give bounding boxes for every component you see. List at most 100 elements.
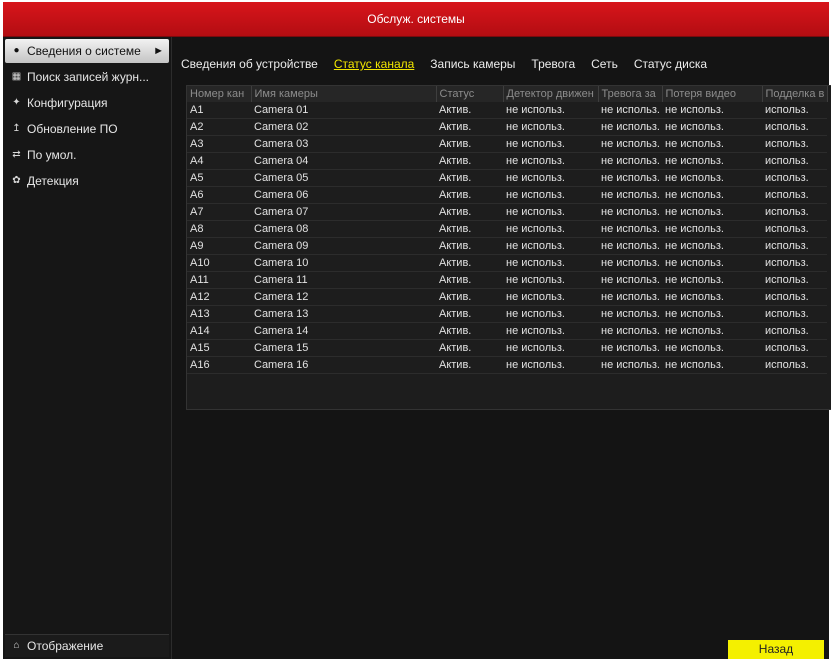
channel-cell: A11 — [190, 274, 209, 286]
sidebar-item-configuration[interactable]: ✦ Конфигурация — [5, 91, 169, 115]
tab-device-info[interactable]: Сведения об устройстве — [181, 57, 318, 75]
table-row[interactable]: A16 Camera 16 Актив. не использ. не испо… — [187, 357, 827, 374]
video-loss-cell: не использ. — [665, 138, 724, 150]
sidebar-item-log-search[interactable]: ▦ Поиск записей журн... — [5, 65, 169, 89]
table-row[interactable]: A13 Camera 13 Актив. не использ. не испо… — [187, 306, 827, 323]
back-button[interactable]: Назад — [728, 640, 824, 659]
camera-name-cell: Camera 15 — [254, 342, 309, 354]
table-row[interactable]: A2 Camera 02 Актив. не использ. не испол… — [187, 119, 827, 136]
video-loss-cell: не использ. — [665, 325, 724, 337]
log-search-icon: ▦ — [11, 71, 22, 82]
channel-status-table[interactable]: Номер кан Имя камеры Статус Детектор дви… — [186, 85, 831, 410]
sidebar-item-firmware-upgrade[interactable]: ↥ Обновление ПО — [5, 117, 169, 141]
motion-detection-cell: не использ. — [506, 240, 565, 252]
tamper-alarm-cell: не использ. — [601, 172, 660, 184]
tab-alarm[interactable]: Тревога — [531, 57, 575, 75]
sidebar-item-label: По умол. — [27, 148, 77, 162]
column-header-status[interactable]: Статус — [436, 86, 504, 102]
status-cell: Актив. — [439, 308, 472, 320]
column-header-camera-name[interactable]: Имя камеры — [251, 86, 437, 102]
tamper-alarm-cell: не использ. — [601, 121, 660, 133]
video-loss-cell: не использ. — [665, 291, 724, 303]
tampering-cell: использ. — [765, 257, 809, 269]
status-cell: Актив. — [439, 325, 472, 337]
table-row[interactable]: A9 Camera 09 Актив. не использ. не испол… — [187, 238, 827, 255]
table-header-row: Номер кан Имя камеры Статус Детектор дви… — [187, 86, 828, 102]
table-row[interactable]: A5 Camera 05 Актив. не использ. не испол… — [187, 170, 827, 187]
tamper-alarm-cell: не использ. — [601, 359, 660, 371]
column-header-video-loss[interactable]: Потеря видео — [662, 86, 763, 102]
camera-name-cell: Camera 02 — [254, 121, 309, 133]
table-row[interactable]: A15 Camera 15 Актив. не использ. не испо… — [187, 340, 827, 357]
sidebar-item-detection[interactable]: ✿ Детекция — [5, 169, 169, 193]
sidebar-item-system-info[interactable]: ● Сведения о системе ► — [5, 39, 169, 63]
channel-cell: A4 — [190, 155, 204, 167]
video-loss-cell: не использ. — [665, 274, 724, 286]
tab-channel-status[interactable]: Статус канала — [334, 57, 414, 75]
column-header-motion-detection[interactable]: Детектор движен — [503, 86, 599, 102]
sidebar-item-label: Обновление ПО — [27, 122, 118, 136]
camera-name-cell: Camera 01 — [254, 104, 309, 116]
motion-detection-cell: не использ. — [506, 206, 565, 218]
tab-record-status[interactable]: Запись камеры — [430, 57, 515, 75]
table-row[interactable]: A6 Camera 06 Актив. не использ. не испол… — [187, 187, 827, 204]
table-row[interactable]: A8 Camera 08 Актив. не использ. не испол… — [187, 221, 827, 238]
channel-cell: A13 — [190, 308, 210, 320]
camera-name-cell: Camera 06 — [254, 189, 309, 201]
camera-name-cell: Camera 12 — [254, 291, 309, 303]
tamper-alarm-cell: не использ. — [601, 104, 660, 116]
table-row[interactable]: A14 Camera 14 Актив. не использ. не испо… — [187, 323, 827, 340]
tab-network[interactable]: Сеть — [591, 57, 618, 75]
motion-detection-cell: не использ. — [506, 223, 565, 235]
status-cell: Актив. — [439, 155, 472, 167]
camera-name-cell: Camera 09 — [254, 240, 309, 252]
tampering-cell: использ. — [765, 138, 809, 150]
sidebar-item-label: Детекция — [27, 174, 79, 188]
video-loss-cell: не использ. — [665, 308, 724, 320]
tab-disk-status[interactable]: Статус диска — [634, 57, 707, 75]
column-header-tamper-alarm[interactable]: Тревога за — [598, 86, 663, 102]
column-header-tampering[interactable]: Подделка в — [762, 86, 828, 102]
video-loss-cell: не использ. — [665, 206, 724, 218]
sidebar-bottom-label: Отображение — [27, 639, 104, 653]
window-title: Обслуж. системы — [3, 2, 829, 37]
camera-name-cell: Camera 13 — [254, 308, 309, 320]
channel-cell: A1 — [190, 104, 204, 116]
system-maintenance-window: Обслуж. системы ● Сведения о системе ► ▦… — [3, 2, 831, 659]
camera-name-cell: Camera 08 — [254, 223, 309, 235]
video-loss-cell: не использ. — [665, 172, 724, 184]
channel-cell: A10 — [190, 257, 210, 269]
status-cell: Актив. — [439, 121, 472, 133]
motion-detection-cell: не использ. — [506, 291, 565, 303]
tampering-cell: использ. — [765, 308, 809, 320]
table-row[interactable]: A10 Camera 10 Актив. не использ. не испо… — [187, 255, 827, 272]
table-row[interactable]: A4 Camera 04 Актив. не использ. не испол… — [187, 153, 827, 170]
table-row[interactable]: A7 Camera 07 Актив. не использ. не испол… — [187, 204, 827, 221]
table-row[interactable]: A1 Camera 01 Актив. не использ. не испол… — [187, 102, 827, 119]
tamper-alarm-cell: не использ. — [601, 257, 660, 269]
chevron-right-icon: ► — [153, 45, 164, 57]
channel-cell: A5 — [190, 172, 204, 184]
tamper-alarm-cell: не использ. — [601, 240, 660, 252]
video-loss-cell: не использ. — [665, 155, 724, 167]
tampering-cell: использ. — [765, 206, 809, 218]
video-loss-cell: не использ. — [665, 121, 724, 133]
motion-detection-cell: не использ. — [506, 359, 565, 371]
sidebar: ● Сведения о системе ► ▦ Поиск записей ж… — [3, 37, 172, 659]
table-row[interactable]: A3 Camera 03 Актив. не использ. не испол… — [187, 136, 827, 153]
tab-bar: Сведения об устройстве Статус канала Зап… — [181, 57, 707, 75]
tamper-alarm-cell: не использ. — [601, 223, 660, 235]
main-content: Сведения об устройстве Статус канала Зап… — [173, 37, 831, 659]
table-row[interactable]: A12 Camera 12 Актив. не использ. не испо… — [187, 289, 827, 306]
sidebar-item-default[interactable]: ⇄ По умол. — [5, 143, 169, 167]
table-row[interactable]: A11 Camera 11 Актив. не использ. не испо… — [187, 272, 827, 289]
status-cell: Актив. — [439, 104, 472, 116]
sidebar-item-display[interactable]: ⌂ Отображение — [5, 634, 169, 657]
tampering-cell: использ. — [765, 121, 809, 133]
tampering-cell: использ. — [765, 172, 809, 184]
camera-name-cell: Camera 03 — [254, 138, 309, 150]
column-header-channel[interactable]: Номер кан — [187, 86, 252, 102]
tampering-cell: использ. — [765, 223, 809, 235]
video-loss-cell: не использ. — [665, 104, 724, 116]
status-cell: Актив. — [439, 138, 472, 150]
